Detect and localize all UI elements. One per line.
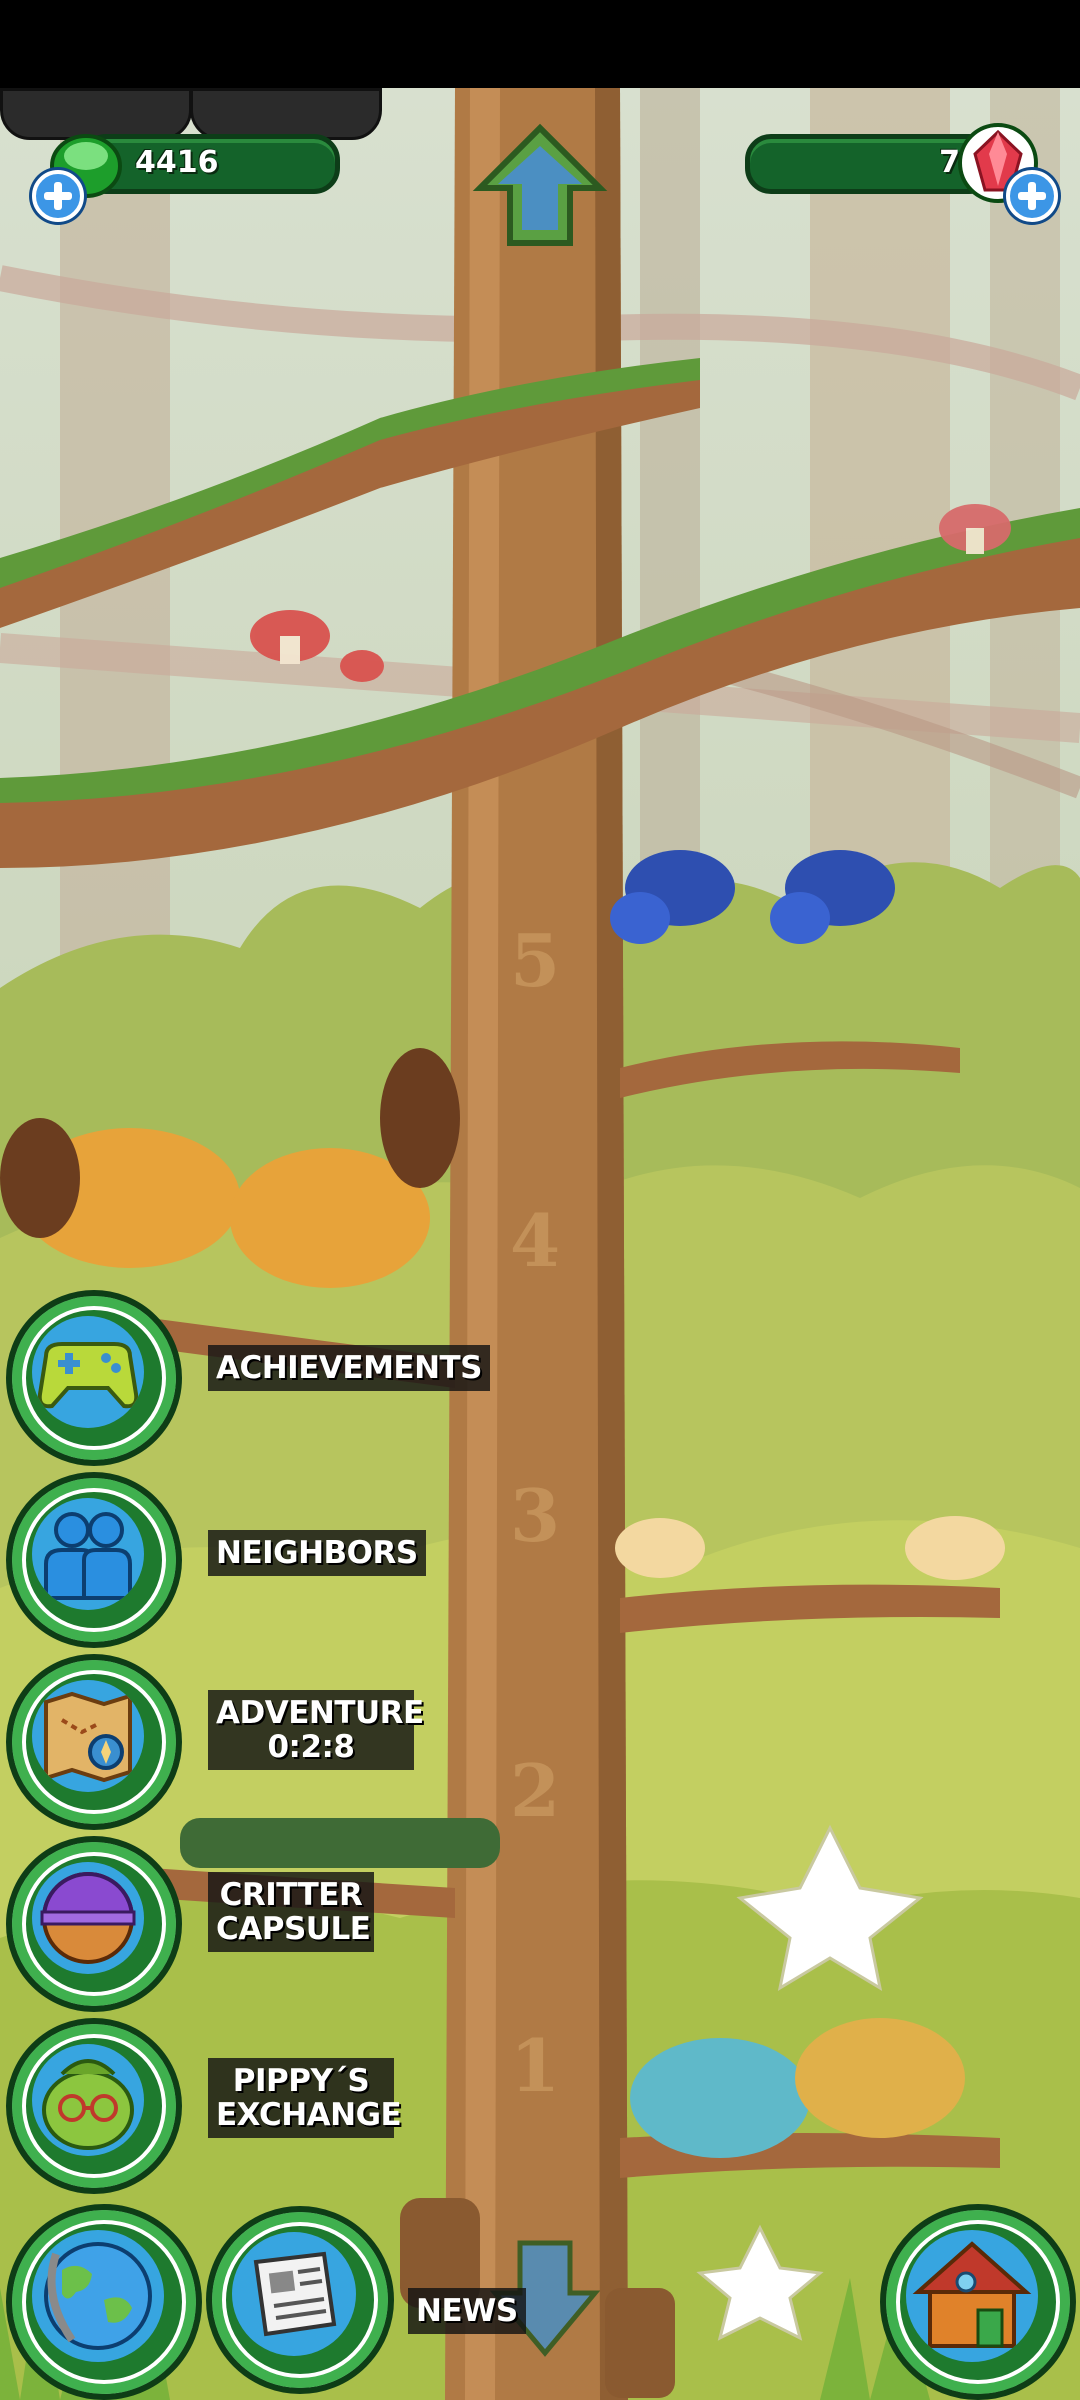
adventure-title: ADVENTURE (216, 1695, 424, 1731)
top-tab-right (190, 88, 382, 140)
news-label[interactable]: NEWS (408, 2288, 526, 2334)
up-arrow-icon (472, 123, 608, 246)
tree-level-2: 2 (510, 1748, 561, 1833)
critter-capsule-button[interactable] (6, 1836, 182, 2012)
newspaper-icon (253, 2251, 337, 2337)
tree-level-1: 1 (510, 2023, 561, 2108)
globe-button[interactable] (6, 2204, 202, 2400)
add-gems-button[interactable] (32, 170, 84, 222)
pippys-exchange-button[interactable] (6, 2018, 182, 2194)
tree-level-3: 3 (510, 1473, 561, 1558)
news-button[interactable] (206, 2206, 394, 2394)
neighbors-button[interactable] (6, 1472, 182, 1648)
scroll-up-button[interactable] (470, 118, 610, 258)
capsule-icon (40, 1872, 136, 1964)
tree-level-4: 4 (510, 1198, 561, 1283)
critter-capsule-label[interactable]: CRITTER CAPSULE (208, 1872, 374, 1952)
pippy-icon (42, 2059, 134, 2150)
achievements-button[interactable] (6, 1290, 182, 1466)
pippys-line2: EXCHANGE (216, 2097, 402, 2133)
gamepad-icon (37, 1342, 139, 1409)
adventure-timer: 0:2:8 (267, 1729, 355, 1765)
gems-count: 4416 (135, 145, 219, 180)
neighbors-icon (44, 1512, 132, 1600)
map-icon (44, 1691, 132, 1783)
tree-level-5: 5 (510, 918, 561, 1003)
pippys-exchange-label[interactable]: PIPPY´S EXCHANGE (208, 2058, 402, 2138)
neighbors-label[interactable]: NEIGHBORS (208, 1530, 426, 1576)
globe-icon (44, 2242, 152, 2350)
add-rubies-button[interactable] (1006, 170, 1058, 222)
critter-capsule-line1: CRITTER (219, 1877, 363, 1913)
adventure-label[interactable]: ADVENTURE 0:2:8 (208, 1690, 424, 1770)
achievements-label[interactable]: ACHIEVEMENTS (208, 1345, 491, 1391)
home-button[interactable] (880, 2204, 1076, 2400)
house-icon (912, 2241, 1032, 2348)
pippys-line1: PIPPY´S (232, 2063, 370, 2099)
adventure-button[interactable] (6, 1654, 182, 1830)
critter-capsule-line2: CAPSULE (216, 1911, 371, 1947)
